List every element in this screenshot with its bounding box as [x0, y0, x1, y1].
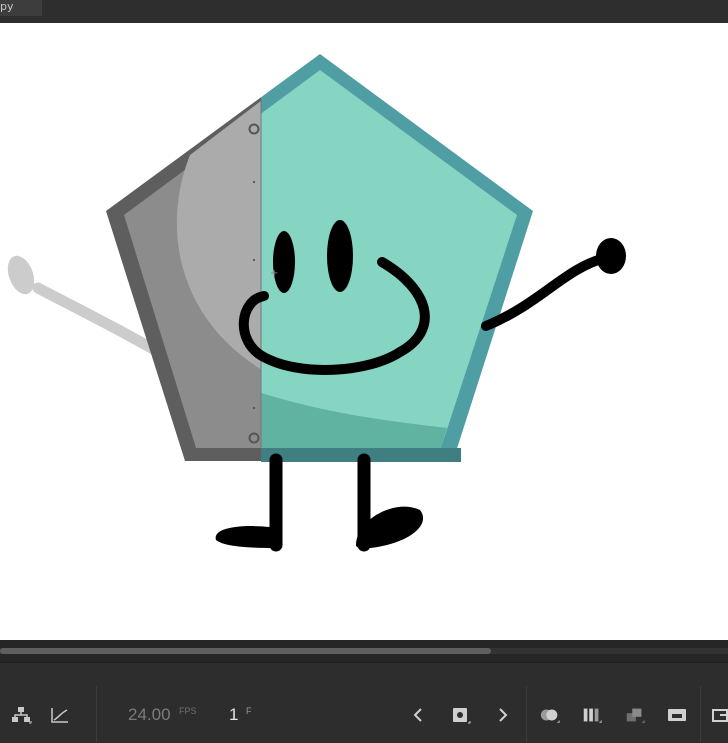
- stage-horizontal-scrollbar[interactable]: [0, 640, 728, 662]
- toolbar-separator: [700, 686, 701, 742]
- svg-text:+: +: [270, 268, 278, 279]
- onion-skin-icon[interactable]: [539, 704, 561, 726]
- toolbar-separator: [96, 686, 97, 742]
- current-frame-value[interactable]: 1: [229, 705, 238, 725]
- timeline-toolbar: [0, 662, 728, 743]
- prev-keyframe-icon[interactable]: [407, 704, 429, 726]
- center-frame-icon[interactable]: [666, 704, 688, 726]
- title-bar: py: [0, 0, 728, 23]
- toolbar-separator: [526, 686, 527, 742]
- left-eye: [273, 231, 295, 293]
- left-foot: [215, 526, 281, 548]
- loop-icon[interactable]: [624, 704, 646, 726]
- hierarchy-icon[interactable]: [10, 704, 32, 726]
- character-artwork: +: [7, 54, 626, 552]
- right-hand: [596, 238, 626, 274]
- more-icon[interactable]: [710, 704, 728, 726]
- fps-value[interactable]: 24.00: [128, 705, 171, 725]
- stage-canvas[interactable]: +: [0, 23, 728, 640]
- fps-unit-label: FPS: [179, 706, 197, 716]
- edit-multiple-frames-icon[interactable]: [581, 704, 603, 726]
- document-tab[interactable]: py: [0, 0, 42, 16]
- frame-unit-label: F: [246, 706, 252, 716]
- right-eye: [327, 220, 353, 292]
- graph-curve-icon[interactable]: [49, 704, 71, 726]
- next-keyframe-icon[interactable]: [492, 704, 514, 726]
- scrollbar-thumb[interactable]: [0, 648, 491, 654]
- insert-keyframe-icon[interactable]: [450, 704, 472, 726]
